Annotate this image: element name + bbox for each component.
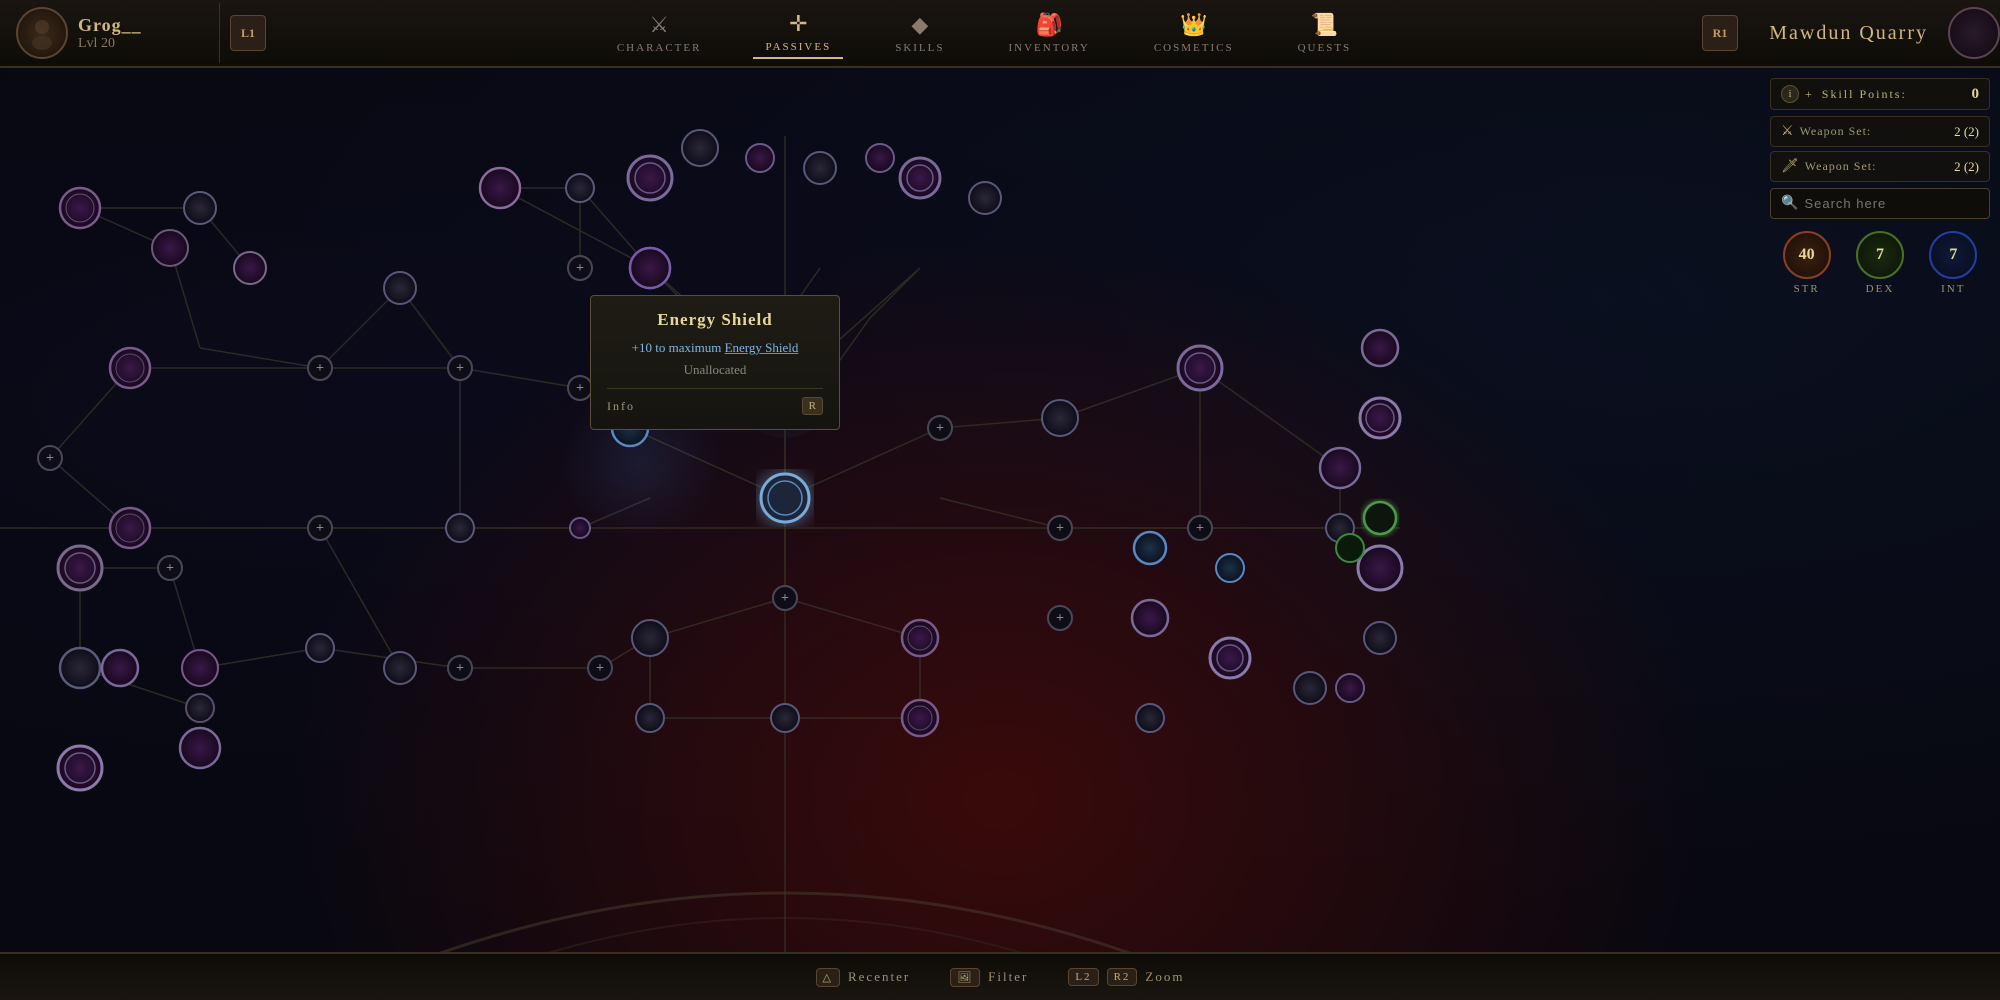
svg-text:+: + xyxy=(1056,521,1064,536)
player-level: Lvl 20 xyxy=(78,36,142,52)
svg-text:+: + xyxy=(316,361,324,376)
character-tab-icon: ⚔ xyxy=(649,12,669,38)
weapon-set-1-label: Weapon Set: xyxy=(1800,124,1955,139)
passives-tab-label: Passives xyxy=(765,41,831,53)
skill-points-label: + Skill Points: xyxy=(1805,87,1907,102)
tab-cosmetics[interactable]: 👑 Cosmetics xyxy=(1142,8,1246,58)
l1-button[interactable]: L1 xyxy=(230,15,266,51)
right-panel: i + Skill Points: 0 ⚔ Weapon Set: 2 (2) … xyxy=(1770,78,1990,307)
svg-text:+: + xyxy=(166,561,174,576)
skill-points-info-icon[interactable]: i xyxy=(1781,85,1799,103)
svg-text:+: + xyxy=(456,361,464,376)
tab-passives[interactable]: ✛ Passives xyxy=(753,7,843,59)
dex-label: DEX xyxy=(1866,283,1895,295)
svg-text:+: + xyxy=(781,591,789,606)
str-stat: 40 STR xyxy=(1783,231,1831,295)
tooltip-status: Unallocated xyxy=(607,362,823,378)
skills-tab-icon: ◆ xyxy=(911,12,928,38)
inventory-tab-label: Inventory xyxy=(1008,42,1089,54)
tab-inventory[interactable]: 🎒 Inventory xyxy=(996,8,1101,58)
svg-text:+: + xyxy=(1196,521,1204,536)
recenter-key: △ xyxy=(816,968,840,987)
tooltip-info-label: Info xyxy=(607,399,635,414)
svg-text:+: + xyxy=(316,521,324,536)
recenter-button[interactable]: △ Recenter xyxy=(816,968,911,987)
search-input[interactable] xyxy=(1804,196,1979,211)
filter-key: 🖼 xyxy=(950,968,980,987)
skill-tree-svg: + + + + + + xyxy=(0,68,2000,952)
passives-tab-icon: ✛ xyxy=(789,11,807,37)
tab-skills[interactable]: ◆ Skills xyxy=(883,8,956,58)
nav-tabs: ⚔ Character ✛ Passives ◆ Skills 🎒 Invent… xyxy=(276,7,1692,59)
filter-label: Filter xyxy=(988,969,1028,985)
player-text: Grog__ Lvl 20 xyxy=(78,15,142,52)
node-tooltip: Energy Shield +10 to maximum Energy Shie… xyxy=(590,295,840,430)
tooltip-info-bar: Info R xyxy=(607,388,823,415)
search-box[interactable]: 🔍 xyxy=(1770,188,1990,219)
weapon-set-1-row: ⚔ Weapon Set: 2 (2) xyxy=(1770,116,1990,147)
tab-character[interactable]: ⚔ Character xyxy=(605,8,714,58)
stats-row: 40 STR 7 DEX 7 INT xyxy=(1770,231,1990,295)
weapon-set-1-icon: ⚔ xyxy=(1781,123,1794,140)
zoom-label: Zoom xyxy=(1145,969,1184,985)
weapon-set-2-row: 🗡 Weapon Set: 2 (2) xyxy=(1770,151,1990,182)
zoom-l2-key: L2 xyxy=(1068,968,1098,986)
int-stat: 7 INT xyxy=(1929,231,1977,295)
inventory-tab-icon: 🎒 xyxy=(1035,12,1062,38)
recenter-label: Recenter xyxy=(848,969,910,985)
int-circle: 7 xyxy=(1929,231,1977,279)
svg-text:+: + xyxy=(456,661,464,676)
search-icon: 🔍 xyxy=(1781,195,1798,212)
str-label: STR xyxy=(1794,283,1820,295)
player-info: Grog__ Lvl 20 xyxy=(0,3,220,63)
location-name: Mawdun Quarry xyxy=(1748,22,1948,45)
weapon-set-1-value: 2 (2) xyxy=(1954,124,1979,140)
right-avatar xyxy=(1948,7,2000,59)
weapon-set-2-label: Weapon Set: xyxy=(1805,159,1954,174)
tab-quests[interactable]: 📜 Quests xyxy=(1286,8,1364,58)
bottom-bar: △ Recenter 🖼 Filter L2 R2 Zoom xyxy=(0,952,2000,1000)
skill-points-value: 0 xyxy=(1972,86,1980,103)
top-navigation: Grog__ Lvl 20 L1 ⚔ Character ✛ Passives … xyxy=(0,0,2000,68)
dex-circle: 7 xyxy=(1856,231,1904,279)
avatar xyxy=(16,7,68,59)
int-label: INT xyxy=(1941,283,1965,295)
svg-text:+: + xyxy=(576,261,584,276)
skills-tab-label: Skills xyxy=(895,42,944,54)
svg-text:+: + xyxy=(1056,611,1064,626)
tooltip-info-key-button[interactable]: R xyxy=(802,397,823,415)
zoom-button[interactable]: L2 R2 Zoom xyxy=(1068,968,1184,986)
weapon-set-2-icon: 🗡 xyxy=(1781,158,1799,175)
svg-text:+: + xyxy=(46,451,54,466)
svg-text:+: + xyxy=(576,381,584,396)
character-tab-label: Character xyxy=(617,42,702,54)
svg-text:+: + xyxy=(596,661,604,676)
weapon-set-2-value: 2 (2) xyxy=(1954,159,1979,175)
player-name: Grog__ xyxy=(78,15,142,36)
r1-button[interactable]: R1 xyxy=(1702,15,1738,51)
zoom-r2-key: R2 xyxy=(1107,968,1138,986)
dex-stat: 7 DEX xyxy=(1856,231,1904,295)
quests-tab-label: Quests xyxy=(1298,42,1352,54)
plus-icon: + xyxy=(1805,87,1814,101)
svg-text:+: + xyxy=(936,421,944,436)
cosmetics-tab-label: Cosmetics xyxy=(1154,42,1234,54)
str-circle: 40 xyxy=(1783,231,1831,279)
tooltip-effect-link: Energy Shield xyxy=(725,340,799,355)
skill-points-row: i + Skill Points: 0 xyxy=(1770,78,1990,110)
skill-points-label-wrapper: i + Skill Points: xyxy=(1781,85,1907,103)
tooltip-title: Energy Shield xyxy=(607,310,823,330)
tooltip-effect: +10 to maximum Energy Shield xyxy=(607,340,823,356)
filter-button[interactable]: 🖼 Filter xyxy=(950,968,1028,987)
quests-tab-icon: 📜 xyxy=(1311,12,1338,38)
cosmetics-tab-icon: 👑 xyxy=(1180,12,1207,38)
skill-tree-canvas[interactable]: + + + + + + xyxy=(0,68,2000,952)
